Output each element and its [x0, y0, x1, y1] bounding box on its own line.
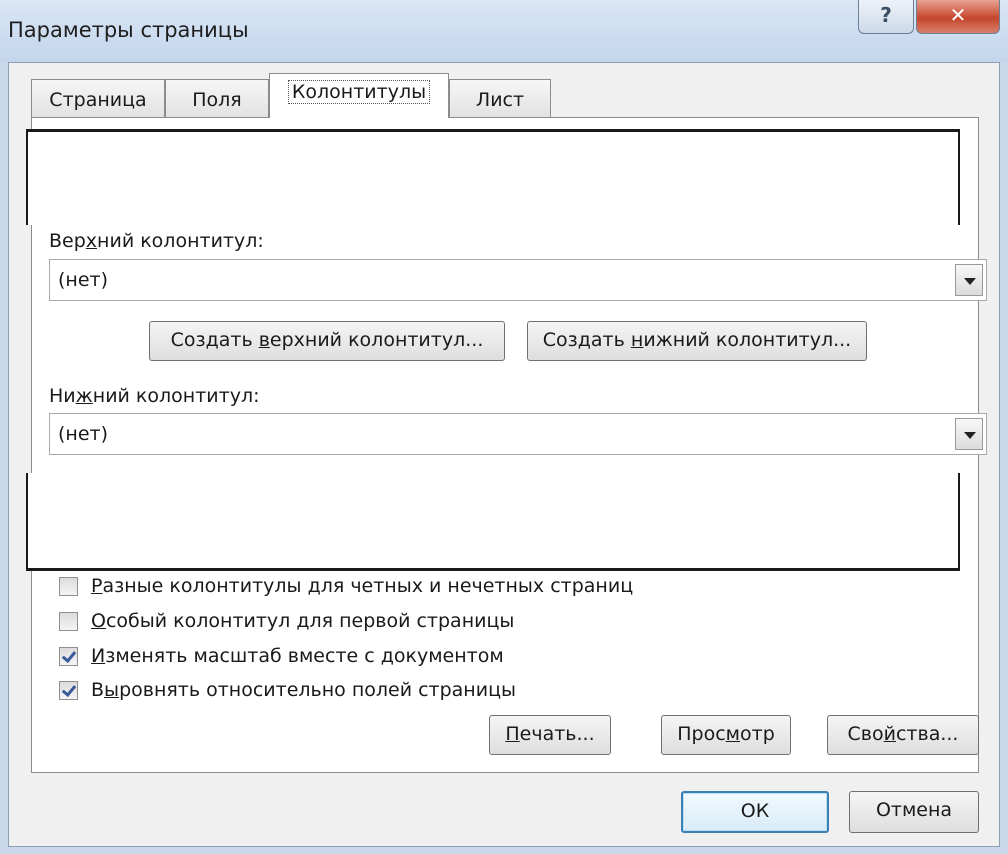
create-header-button[interactable]: Создать верхний колонтитул...: [149, 321, 505, 361]
header-preview: [26, 129, 960, 225]
properties-button[interactable]: Свойства...: [827, 715, 979, 755]
preview-button[interactable]: Просмотр: [661, 715, 791, 755]
header-select-value: (нет): [58, 269, 109, 291]
checkbox-box[interactable]: [59, 612, 78, 631]
tab-sheet[interactable]: Лист: [449, 79, 551, 117]
checkbox-label: Разные колонтитулы для четных и нечетных…: [91, 575, 634, 597]
header-label: Верхний колонтитул:: [49, 230, 264, 252]
dialog-body: Страница Поля Колонтитулы Лист Верхний к…: [8, 62, 1000, 847]
checkbox-label: Особый колонтитул для первой страницы: [91, 610, 515, 632]
window-title: Параметры страницы: [8, 18, 249, 42]
footer-label: Нижний колонтитул:: [49, 385, 260, 407]
footer-select[interactable]: (нет): [49, 413, 987, 455]
help-button[interactable]: ?: [858, 0, 914, 34]
cancel-button[interactable]: Отмена: [849, 791, 979, 833]
checkbox-label: Выровнять относительно полей страницы: [91, 679, 517, 701]
checkbox-box[interactable]: [59, 647, 78, 666]
header-select[interactable]: (нет): [49, 259, 987, 301]
footer-select-value: (нет): [58, 423, 109, 445]
chevron-down-icon[interactable]: [955, 418, 983, 450]
close-icon: ✕: [949, 3, 967, 27]
tab-margins[interactable]: Поля: [165, 79, 269, 117]
tab-headers-footers[interactable]: Колонтитулы: [269, 73, 449, 118]
checkbox-label: Изменять масштаб вместе с документом: [91, 645, 504, 667]
print-button[interactable]: Печать...: [489, 715, 611, 755]
ok-button[interactable]: ОК: [681, 791, 829, 833]
checkbox-box[interactable]: [59, 577, 78, 596]
title-bar: Параметры страницы ? ✕: [0, 0, 1008, 62]
chevron-down-icon[interactable]: [955, 264, 983, 296]
close-button[interactable]: ✕: [916, 0, 1000, 34]
checkbox-box[interactable]: [59, 681, 78, 700]
help-icon: ?: [880, 3, 892, 27]
footer-preview: [26, 473, 960, 571]
tab-page[interactable]: Страница: [31, 79, 165, 117]
create-footer-button[interactable]: Создать нижний колонтитул...: [527, 321, 867, 361]
